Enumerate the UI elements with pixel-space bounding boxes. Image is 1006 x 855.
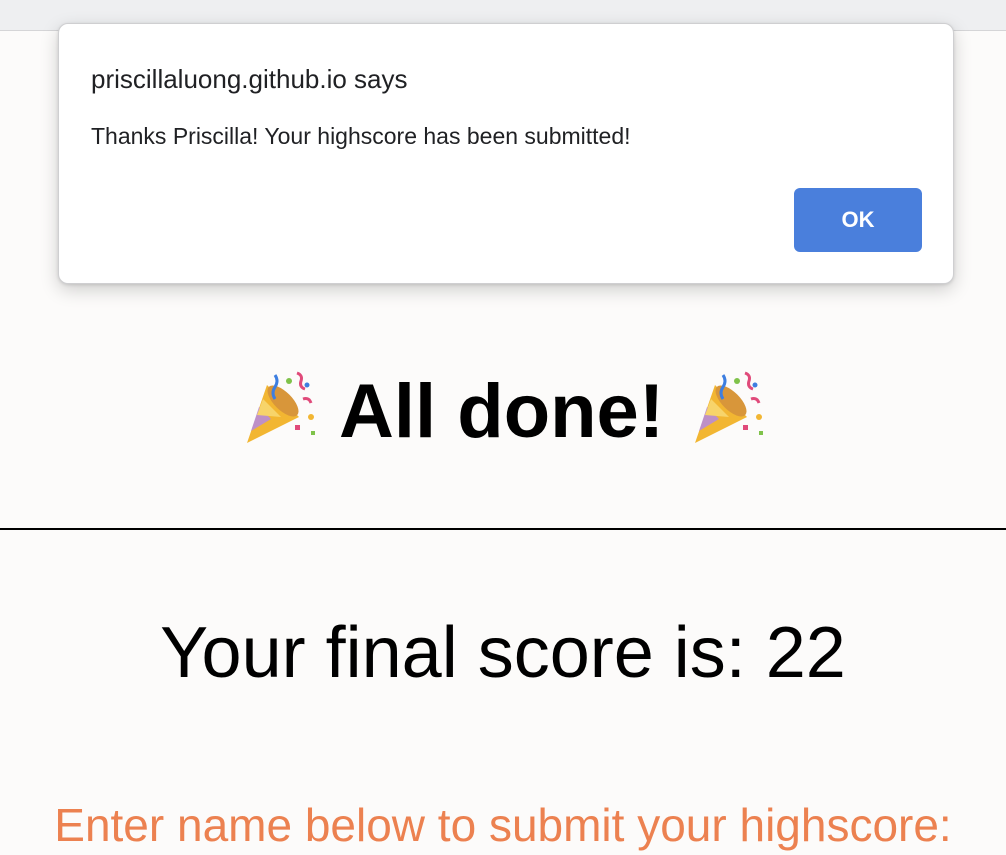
party-popper-icon <box>246 371 315 443</box>
page-title: All done! <box>0 362 1006 462</box>
party-popper-icon <box>695 371 764 443</box>
final-score-text: Your final score is: 22 <box>160 613 846 693</box>
headline-text: All done! <box>339 369 665 454</box>
section-divider <box>0 528 1006 530</box>
dialog-title: priscillaluong.github.io says <box>91 64 408 94</box>
ok-button[interactable]: OK <box>794 188 922 252</box>
dialog-message: Thanks Priscilla! Your highscore has bee… <box>91 123 631 149</box>
alert-dialog: priscillaluong.github.io says Thanks Pri… <box>58 23 954 284</box>
submit-highscore-prompt: Enter name below to submit your highscor… <box>54 799 952 851</box>
